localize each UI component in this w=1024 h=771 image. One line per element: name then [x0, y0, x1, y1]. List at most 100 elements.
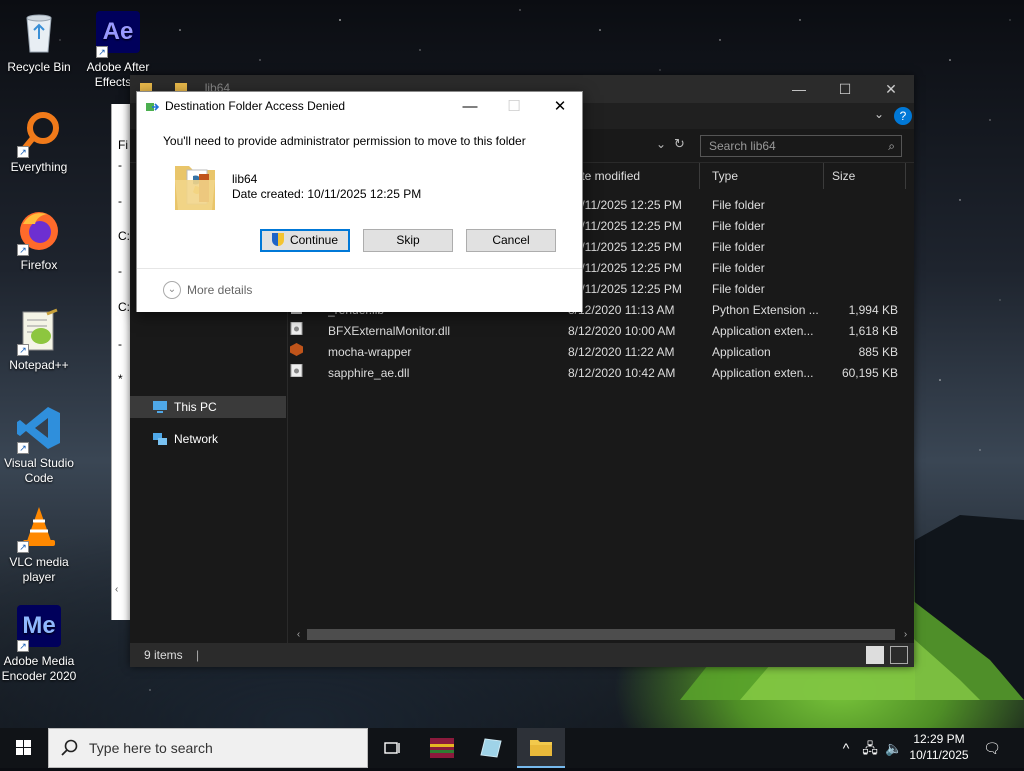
desktop-icon-label: Everything	[10, 160, 68, 174]
item-count: 9 items	[144, 648, 183, 662]
nav-item-network[interactable]: Network	[152, 428, 218, 450]
taskbar-winrar[interactable]	[418, 728, 466, 768]
large-icons-view-icon[interactable]	[890, 646, 908, 664]
file-name: BFXExternalMonitor.dll	[328, 324, 451, 338]
file-date: 8/12/2020 11:13 AM	[568, 303, 675, 317]
cancel-button[interactable]: Cancel	[466, 229, 556, 252]
more-details-label: More details	[187, 283, 253, 297]
desktop-icon-vscode[interactable]: ↗ Visual Studio Code	[1, 404, 77, 486]
close-button[interactable]: ✕	[868, 75, 914, 103]
minimize-button[interactable]: —	[776, 75, 822, 103]
desktop-icon-label: Firefox	[20, 258, 58, 272]
file-row[interactable]: BFXExternalMonitor.dll 8/12/2020 10:00 A…	[290, 321, 904, 342]
dialog-title-bar[interactable]: Destination Folder Access Denied — ☐ ✕	[137, 92, 582, 122]
status-bar: 9 items |	[130, 643, 914, 667]
nav-item-this-pc[interactable]: This PC	[152, 396, 217, 418]
horizontal-scrollbar[interactable]: ‹ ›	[290, 626, 914, 643]
vscode-icon: ↗	[15, 404, 63, 454]
background-window-text: -	[118, 158, 122, 172]
file-size: 885 KB	[858, 345, 898, 359]
file-date: 8/12/2020 10:00 AM	[568, 324, 676, 338]
firefox-icon: ↗	[15, 206, 63, 256]
dialog-title: Destination Folder Access Denied	[165, 99, 346, 113]
status-separator: |	[196, 648, 200, 662]
desktop-icon-notepad-plus-plus[interactable]: ↗ Notepad++	[1, 306, 77, 373]
file-type: Application exten...	[712, 366, 814, 380]
taskbar-app[interactable]	[467, 728, 515, 768]
windows-logo-icon	[16, 740, 31, 755]
file-type: File folder	[712, 240, 765, 254]
taskbar-search-input[interactable]: Type here to search	[48, 728, 368, 768]
file-row[interactable]: sapphire_ae.dll 8/12/2020 10:42 AM Appli…	[290, 363, 904, 384]
desktop-icon-label: Notepad++	[9, 358, 69, 372]
dialog-message: You'll need to provide administrator per…	[163, 134, 526, 148]
network-tray-icon[interactable]: 🖧	[860, 738, 880, 758]
desktop-icon-label: Visual Studio Code	[4, 456, 74, 485]
background-window-text: C:	[118, 229, 130, 243]
file-date: 10/11/2025 12:25 PM	[568, 219, 682, 233]
background-window-text: *	[118, 372, 123, 386]
desktop-icon-everything[interactable]: ↗ Everything	[1, 108, 77, 175]
after-effects-icon: Ae ↗	[94, 8, 142, 58]
vlc-cone-icon: ↗	[15, 503, 63, 553]
continue-button[interactable]: Continue	[260, 229, 350, 252]
media-encoder-icon: Me ↗	[15, 602, 63, 652]
skip-button[interactable]: Skip	[363, 229, 453, 252]
dialog-close-button[interactable]: ✕	[537, 92, 583, 122]
clock-time: 12:29 PM	[913, 732, 965, 746]
dialog-minimize-button[interactable]: —	[447, 92, 493, 122]
scrollbar-thumb[interactable]	[307, 629, 895, 640]
taskbar-clock[interactable]: 12:29 PM 10/11/2025	[900, 731, 978, 763]
show-hidden-icons-icon[interactable]: ^	[836, 738, 856, 758]
access-denied-dialog[interactable]: Destination Folder Access Denied — ☐ ✕ Y…	[136, 91, 583, 312]
scroll-right-icon[interactable]: ›	[897, 626, 914, 643]
shortcut-arrow-icon: ↗	[96, 46, 108, 58]
taskbar-file-explorer[interactable]	[517, 728, 565, 768]
column-header-label: Type	[712, 169, 739, 183]
shortcut-arrow-icon: ↗	[17, 640, 29, 652]
search-input[interactable]: Search lib64 ⌕	[700, 135, 902, 157]
cancel-label: Cancel	[492, 233, 530, 247]
column-header-type[interactable]: Type	[706, 163, 824, 189]
search-icon: ⌕	[888, 139, 895, 153]
file-size: 1,618 KB	[848, 324, 898, 338]
address-dropdown-icon[interactable]: ⌄	[656, 137, 666, 151]
file-date: 10/11/2025 12:25 PM	[568, 198, 682, 212]
details-view-icon[interactable]	[866, 646, 884, 664]
maximize-button[interactable]: ☐	[822, 75, 868, 103]
desktop-icon-vlc[interactable]: ↗ VLC media player	[1, 503, 77, 585]
desktop-icon-firefox[interactable]: ↗ Firefox	[1, 206, 77, 273]
nav-item-label: This PC	[174, 400, 217, 414]
notification-center-icon[interactable]: 🗨	[982, 738, 1002, 758]
desktop-icon-label: Adobe Media Encoder 2020	[1, 654, 77, 683]
scroll-left-icon[interactable]: ‹	[290, 626, 307, 643]
refresh-icon[interactable]: ↻	[674, 136, 685, 152]
desktop-icon-recycle-bin[interactable]: Recycle Bin	[1, 8, 77, 75]
column-header-size[interactable]: Size	[826, 163, 906, 189]
file-row[interactable]: mocha-wrapper 8/12/2020 11:22 AM Applica…	[290, 342, 904, 363]
file-type: File folder	[712, 198, 765, 212]
nav-item-label: Network	[174, 432, 219, 446]
desktop-icon-label: VLC media player	[9, 555, 69, 584]
background-window-text: Fi	[118, 138, 128, 152]
notepad-plus-plus-icon: ↗	[15, 306, 63, 356]
background-window-text: -	[118, 264, 122, 278]
scroll-left-arrow-icon[interactable]: ‹	[115, 584, 129, 598]
desktop-icon-media-encoder[interactable]: Me ↗ Adobe Media Encoder 2020	[1, 602, 77, 684]
shortcut-arrow-icon: ↗	[17, 146, 29, 158]
skip-label: Skip	[396, 233, 420, 247]
dialog-footer: ⌄ More details	[137, 268, 582, 312]
dll-file-icon	[290, 321, 303, 336]
start-button[interactable]	[0, 728, 48, 768]
help-icon[interactable]: ?	[894, 107, 912, 125]
folder-date-created: Date created: 10/11/2025 12:25 PM	[232, 187, 422, 201]
background-window[interactable]: Fi - - C: - C: - * ‹	[111, 104, 132, 620]
file-date: 8/12/2020 10:42 AM	[568, 366, 676, 380]
task-view-button[interactable]	[368, 728, 416, 768]
column-header-label: Size	[832, 169, 856, 183]
chevron-down-icon[interactable]: ⌄	[874, 107, 884, 121]
file-explorer-icon	[530, 740, 552, 756]
file-type: File folder	[712, 219, 765, 233]
shortcut-arrow-icon: ↗	[17, 541, 29, 553]
more-details-toggle[interactable]: ⌄ More details	[163, 281, 252, 299]
